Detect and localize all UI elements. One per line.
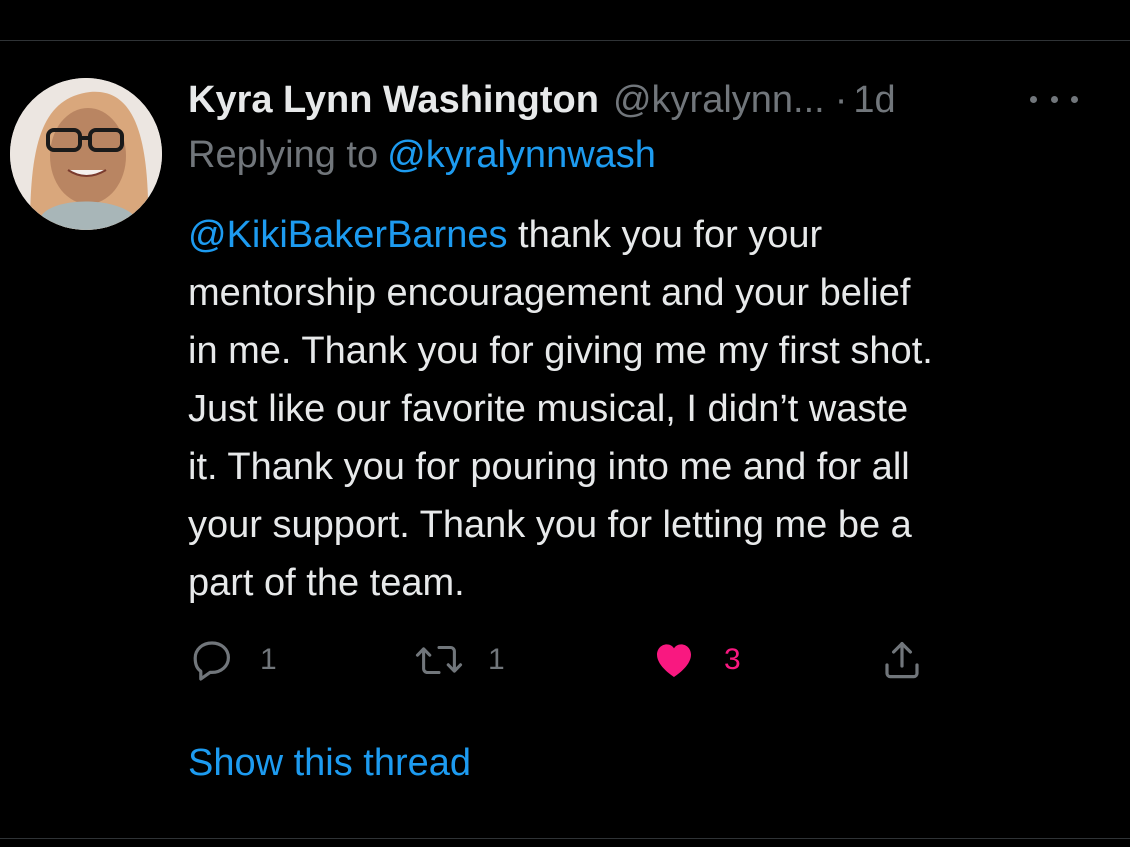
user-handle[interactable]: @kyralynn... xyxy=(613,79,825,122)
timestamp[interactable]: 1d xyxy=(853,79,895,122)
tweet-text-line: part of the team. xyxy=(188,562,465,604)
reply-icon xyxy=(193,641,230,681)
replying-prefix: Replying to xyxy=(188,134,379,176)
display-name[interactable]: Kyra Lynn Washington xyxy=(188,79,599,122)
tweet-text-line: mentorship encouragement and your belief xyxy=(188,272,911,314)
bottom-divider xyxy=(0,838,1130,839)
retweet-button[interactable]: 1 xyxy=(414,636,505,684)
avatar-image xyxy=(10,78,162,230)
tweet-text-line: @KikiBakerBarnes thank you for your xyxy=(188,206,1088,264)
like-count: 3 xyxy=(724,643,741,676)
top-divider xyxy=(0,40,1130,41)
replying-to-mention[interactable]: @kyralynnwash xyxy=(387,134,656,176)
tweet-text: @KikiBakerBarnes thank you for your ment… xyxy=(188,206,1088,612)
separator-dot: · xyxy=(834,78,848,121)
tweet-text-line: it. Thank you for pouring into me and fo… xyxy=(188,446,910,488)
more-dot xyxy=(1071,95,1078,103)
tweet-header: Kyra Lynn Washington @kyralynn... · 1d xyxy=(188,74,896,126)
tweet-text-line: Just like our favorite musical, I didn’t… xyxy=(188,388,909,430)
heart-icon xyxy=(657,644,691,677)
share-icon xyxy=(885,642,919,679)
reply-button[interactable]: 1 xyxy=(188,636,277,684)
tweet-text-line: in me. Thank you for giving me my first … xyxy=(188,330,933,372)
body-mention[interactable]: @KikiBakerBarnes xyxy=(188,214,507,256)
show-thread-link[interactable]: Show this thread xyxy=(188,742,471,785)
avatar[interactable] xyxy=(10,78,162,230)
share-button[interactable] xyxy=(876,636,928,684)
replying-to: Replying to @kyralynnwash xyxy=(188,134,656,177)
reply-count: 1 xyxy=(260,643,277,676)
retweet-count: 1 xyxy=(488,643,505,676)
action-bar: 1 1 3 xyxy=(0,636,1130,684)
tweet-text-segment: thank you for your xyxy=(507,214,823,256)
more-horizontal-icon[interactable] xyxy=(1030,84,1078,114)
retweet-icon xyxy=(415,645,463,675)
more-dot xyxy=(1030,95,1037,103)
tweet-text-line: your support. Thank you for letting me b… xyxy=(188,504,912,546)
more-dot xyxy=(1050,95,1058,103)
like-button[interactable]: 3 xyxy=(650,636,741,684)
